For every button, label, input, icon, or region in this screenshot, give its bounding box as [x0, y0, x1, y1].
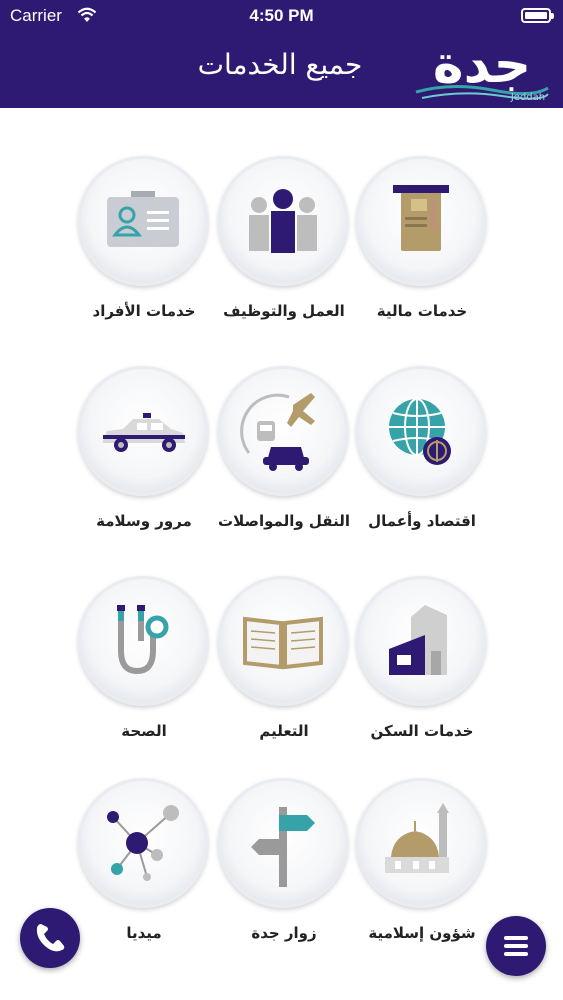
transport-icon	[240, 393, 315, 471]
service-icon-circle	[356, 778, 486, 908]
service-traffic[interactable]: مرور وسلامة	[54, 366, 234, 566]
stethoscope-icon	[117, 605, 169, 675]
service-icon-circle	[218, 778, 348, 908]
status-bar: Carrier 4:50 PM	[0, 0, 563, 32]
police-car-icon	[103, 413, 185, 452]
page-title: جميع الخدمات	[197, 48, 363, 81]
service-icon-circle	[356, 366, 486, 496]
service-health[interactable]: الصحة	[54, 576, 234, 776]
service-icon-circle	[218, 576, 348, 706]
service-media[interactable]: ميديا	[54, 778, 234, 978]
service-icon-circle	[356, 576, 486, 706]
header-bar: جميع الخدمات جدة Jeddah	[0, 32, 563, 108]
network-icon	[107, 805, 179, 881]
service-label: الصحة	[121, 722, 167, 740]
globe-currency-icon	[389, 398, 451, 465]
logo-subtext: Jeddah	[510, 92, 545, 103]
service-icon-circle	[218, 366, 348, 496]
service-individuals[interactable]: خدمات الأفراد	[54, 156, 234, 356]
service-label: ميديا	[126, 924, 162, 942]
service-icon-circle	[78, 576, 208, 706]
service-icon-circle	[78, 156, 208, 286]
service-icon-circle	[356, 156, 486, 286]
id-card-icon	[107, 191, 179, 247]
menu-button[interactable]	[486, 916, 546, 976]
signpost-icon	[251, 807, 315, 887]
clock: 4:50 PM	[249, 6, 314, 25]
house-icon	[389, 605, 447, 675]
service-icon-circle	[78, 778, 208, 908]
service-label: مرور وسلامة	[96, 512, 192, 530]
service-label: خدمات الأفراد	[92, 302, 196, 320]
service-icon-circle	[218, 156, 348, 286]
battery-icon	[521, 8, 554, 23]
services-grid: خدمات مالية العمل والتوظيف خدمات الأفراد…	[0, 108, 563, 1000]
people-icon	[249, 189, 317, 253]
mosque-icon	[385, 803, 449, 873]
call-button[interactable]	[20, 908, 80, 968]
phone-icon	[36, 924, 65, 952]
atm-card-icon	[393, 185, 449, 251]
service-icon-circle	[78, 366, 208, 496]
hamburger-menu-icon	[504, 936, 528, 956]
book-icon	[243, 616, 323, 670]
jeddah-logo[interactable]: جدة Jeddah	[412, 32, 552, 104]
